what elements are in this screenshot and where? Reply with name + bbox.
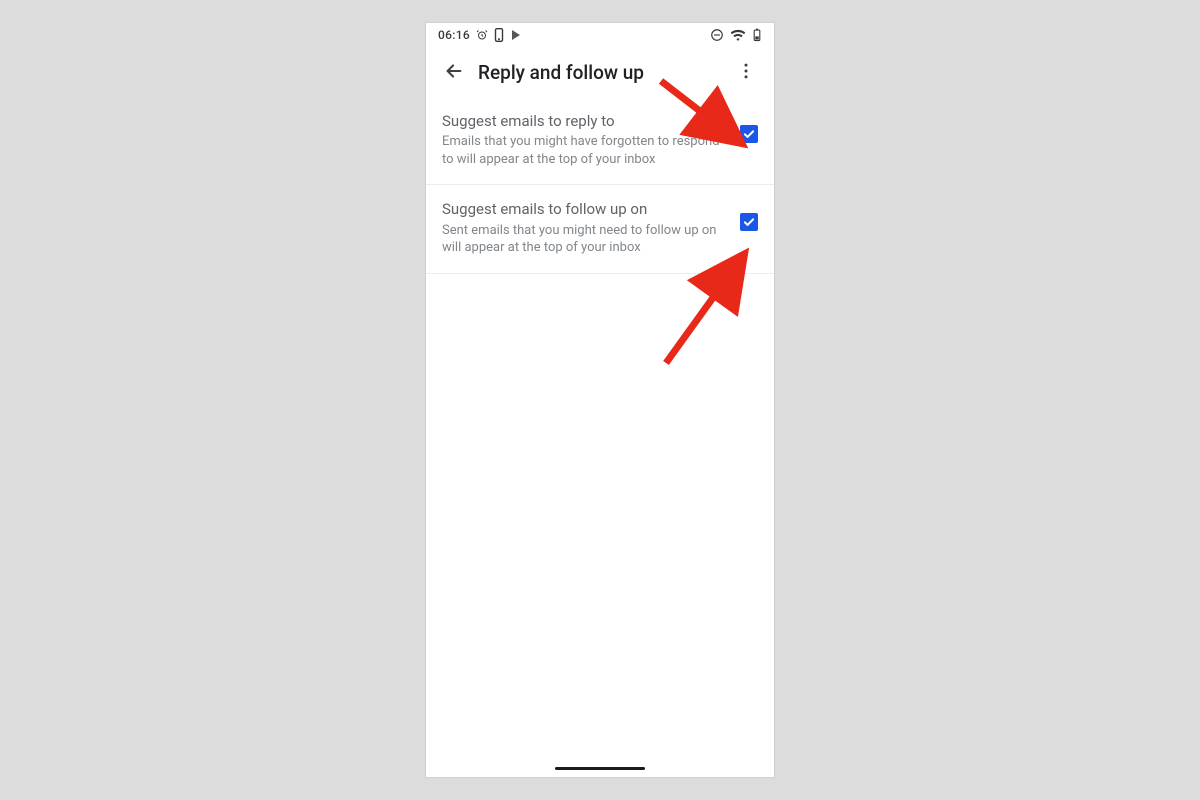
home-bar <box>555 767 645 770</box>
setting-suggest-reply[interactable]: Suggest emails to reply to Emails that y… <box>426 97 774 185</box>
app-bar: Reply and follow up <box>426 47 774 97</box>
check-icon <box>742 127 756 141</box>
checkbox-suggest-reply[interactable] <box>740 125 758 143</box>
content-spacer <box>426 274 774 759</box>
setting-title: Suggest emails to follow up on <box>442 199 728 219</box>
setting-suggest-followup[interactable]: Suggest emails to follow up on Sent emai… <box>426 185 774 273</box>
setting-texts: Suggest emails to follow up on Sent emai… <box>442 199 740 256</box>
arrow-left-icon <box>443 60 465 85</box>
status-left: 06:16 <box>438 28 522 42</box>
wifi-icon <box>730 29 746 41</box>
home-indicator[interactable] <box>426 759 774 777</box>
status-right <box>710 28 762 42</box>
setting-texts: Suggest emails to reply to Emails that y… <box>442 111 740 168</box>
status-bar: 06:16 <box>426 23 774 47</box>
setting-subtitle: Sent emails that you might need to follo… <box>442 222 728 257</box>
checkbox-suggest-followup[interactable] <box>740 213 758 231</box>
battery-icon <box>752 28 762 42</box>
overflow-menu-button[interactable] <box>726 52 766 92</box>
dnd-icon <box>710 28 724 42</box>
phone-frame: 06:16 <box>425 22 775 778</box>
page-title: Reply and follow up <box>474 61 726 84</box>
phone-icon <box>494 28 504 42</box>
check-icon <box>742 215 756 229</box>
back-button[interactable] <box>434 52 474 92</box>
setting-title: Suggest emails to reply to <box>442 111 728 131</box>
status-clock: 06:16 <box>438 28 470 42</box>
alarm-icon <box>476 29 488 41</box>
setting-subtitle: Emails that you might have forgotten to … <box>442 133 728 168</box>
play-icon <box>510 29 522 41</box>
more-vert-icon <box>736 61 756 84</box>
